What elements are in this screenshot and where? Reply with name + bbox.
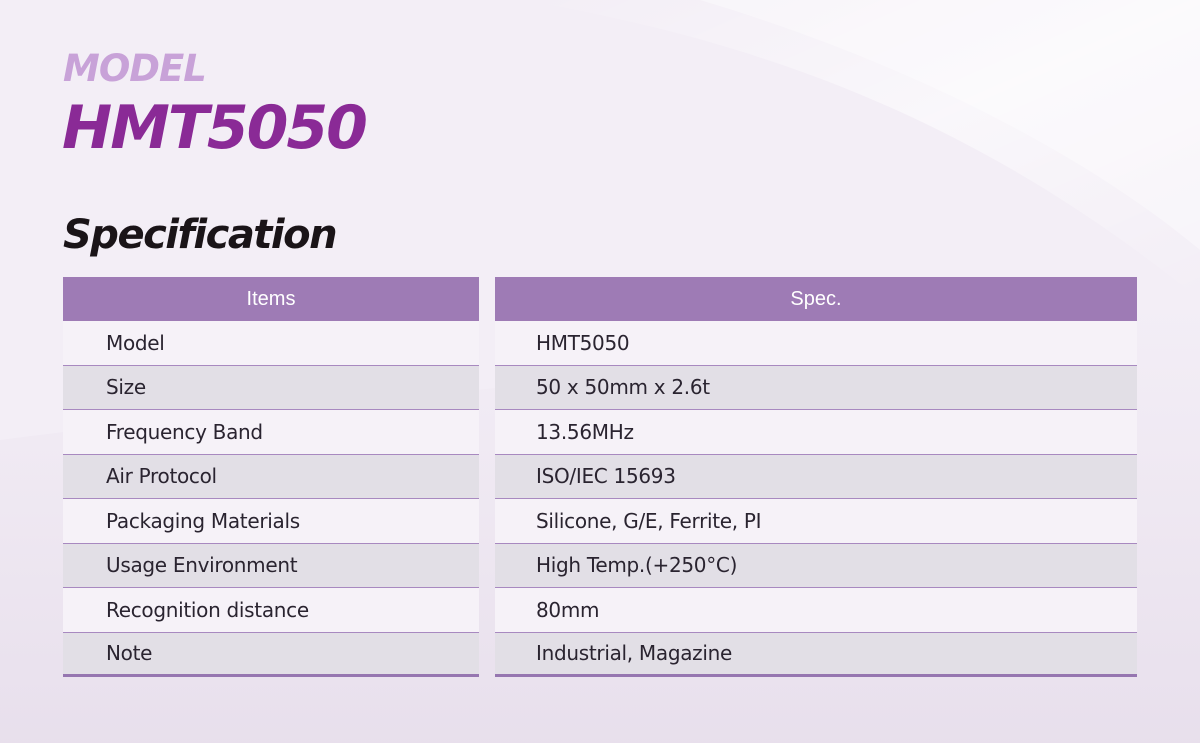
spec-column: Spec. HMT5050 50 x 50mm x 2.6t 13.56MHz … <box>495 277 1137 677</box>
item-cell: Air Protocol <box>63 454 479 499</box>
item-cell: Note <box>63 632 479 677</box>
items-header: Items <box>63 277 479 321</box>
spec-header: Spec. <box>495 277 1137 321</box>
specification-title: Specification <box>63 212 338 258</box>
spec-cell: 50 x 50mm x 2.6t <box>495 365 1137 410</box>
spec-cell: HMT5050 <box>495 321 1137 366</box>
item-cell: Usage Environment <box>63 543 479 588</box>
spec-cell: High Temp.(+250°C) <box>495 543 1137 588</box>
spec-cell: ISO/IEC 15693 <box>495 454 1137 499</box>
model-label: MODEL <box>63 47 207 90</box>
spec-cell: 80mm <box>495 588 1137 633</box>
spec-cell: Industrial, Magazine <box>495 632 1137 677</box>
item-cell: Model <box>63 321 479 366</box>
item-cell: Frequency Band <box>63 410 479 455</box>
item-cell: Packaging Materials <box>63 499 479 544</box>
item-cell: Recognition distance <box>63 588 479 633</box>
items-column: Items Model Size Frequency Band Air Prot… <box>63 277 479 677</box>
model-name: HMT5050 <box>62 93 368 163</box>
spec-cell: 13.56MHz <box>495 410 1137 455</box>
item-cell: Size <box>63 365 479 410</box>
spec-cell: Silicone, G/E, Ferrite, PI <box>495 499 1137 544</box>
